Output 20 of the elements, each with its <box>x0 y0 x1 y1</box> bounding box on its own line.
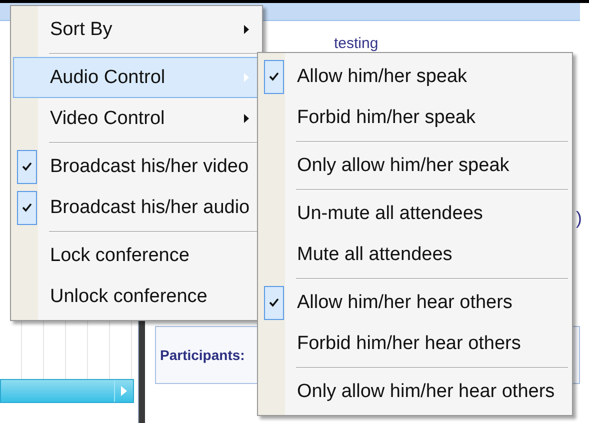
menu-item[interactable]: Only allow him/her speak <box>260 145 570 186</box>
menu-item[interactable]: Allow him/her hear others <box>260 282 570 323</box>
menu-item[interactable]: Allow him/her speak <box>260 56 570 97</box>
menu-item[interactable]: Broadcast his/her video <box>13 146 260 187</box>
menu-item[interactable]: Un-mute all attendees <box>260 193 570 234</box>
menu-item[interactable]: Forbid him/her speak <box>260 97 570 138</box>
menu-item[interactable]: Audio Control <box>13 57 260 98</box>
text-fragment: ) <box>576 208 582 229</box>
message-text: testing <box>334 36 378 51</box>
menu-item[interactable]: Lock conference <box>13 235 260 276</box>
menu-item[interactable]: Sort By <box>13 9 260 50</box>
menu-item[interactable]: Unlock conference <box>13 276 260 317</box>
menu-item[interactable]: Forbid him/her hear others <box>260 323 570 364</box>
menu-item[interactable]: Video Control <box>13 98 260 139</box>
scroll-bar[interactable] <box>0 379 134 403</box>
menu-item[interactable]: Only allow him/her hear others <box>260 371 570 412</box>
menu-item[interactable]: Broadcast his/her audio <box>13 187 260 228</box>
arrow-right-icon <box>120 385 128 397</box>
participants-label: Participants: <box>160 347 245 363</box>
menu-item[interactable]: Mute all attendees <box>260 234 570 275</box>
